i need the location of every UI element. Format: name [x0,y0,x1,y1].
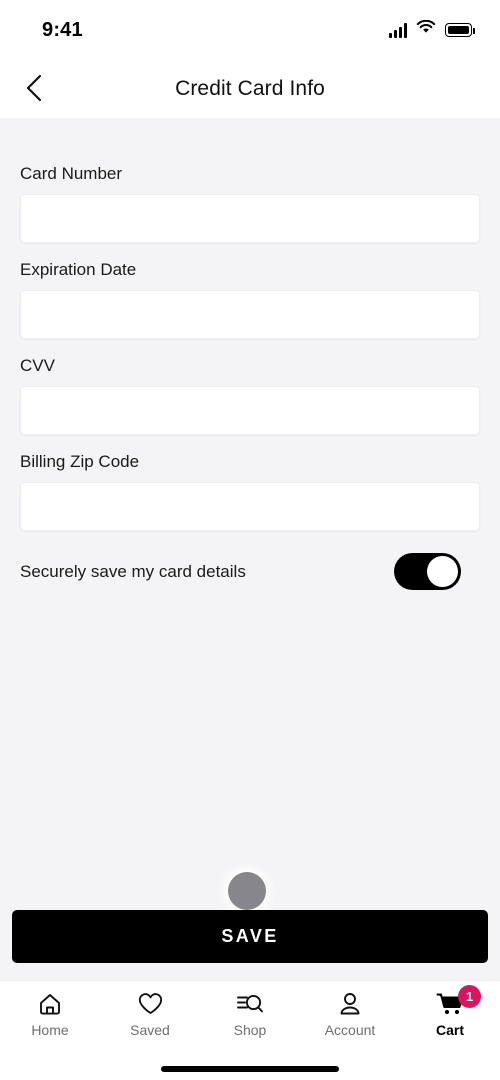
field-card-number: Card Number [20,164,480,243]
wifi-icon [416,19,436,40]
cvv-input[interactable] [20,386,480,435]
cart-badge: 1 [458,985,481,1008]
save-card-toggle[interactable] [394,553,461,590]
phone-screen: 9:41 Credit Card Info Card Number Expira… [0,0,500,1080]
credit-card-form: Card Number Expiration Date CVV Billing … [0,118,500,910]
label-expiration-date: Expiration Date [20,260,137,279]
bottom-tab-bar: Home Saved Shop Account 1 Cart [0,980,500,1058]
home-indicator-area [0,1058,500,1080]
status-time: 9:41 [42,18,83,41]
tab-saved[interactable]: Saved [106,990,194,1038]
home-icon [37,990,63,1017]
cellular-signal-icon [389,22,407,38]
tab-label-cart: Cart [435,1022,464,1038]
page-title: Credit Card Info [175,77,325,100]
app-header: Credit Card Info [0,60,500,118]
heart-icon [137,990,164,1017]
tab-shop[interactable]: Shop [206,990,294,1038]
label-card-number: Card Number [20,164,123,183]
field-expiration-date: Expiration Date [20,260,480,339]
home-indicator[interactable] [161,1066,339,1072]
search-list-icon [236,990,264,1017]
back-button[interactable] [14,69,54,109]
label-cvv: CVV [20,356,55,375]
tap-indicator-dot [228,872,266,910]
tab-account[interactable]: Account [306,990,394,1038]
expiration-date-input[interactable] [20,290,480,339]
person-icon [337,990,363,1017]
status-icons [389,19,475,40]
chevron-left-icon [25,74,43,105]
billing-zip-code-input[interactable] [20,482,480,531]
tab-label-saved: Saved [130,1022,170,1038]
battery-full-icon [445,23,475,37]
tab-label-account: Account [324,1022,376,1038]
save-card-toggle-row: Securely save my card details [20,553,480,590]
save-button[interactable]: SAVE [12,910,488,963]
tab-home[interactable]: Home [6,990,94,1038]
card-number-input[interactable] [20,194,480,243]
toggle-knob [427,556,458,587]
status-bar: 9:41 [0,0,500,60]
save-button-container: SAVE [0,910,500,980]
tab-cart[interactable]: 1 Cart [406,985,494,1038]
label-billing-zip-code: Billing Zip Code [20,452,140,471]
tab-label-shop: Shop [233,1022,267,1038]
save-card-toggle-label: Securely save my card details [20,561,246,581]
field-billing-zip-code: Billing Zip Code [20,452,480,531]
field-cvv: CVV [20,356,480,435]
tab-label-home: Home [31,1022,69,1038]
